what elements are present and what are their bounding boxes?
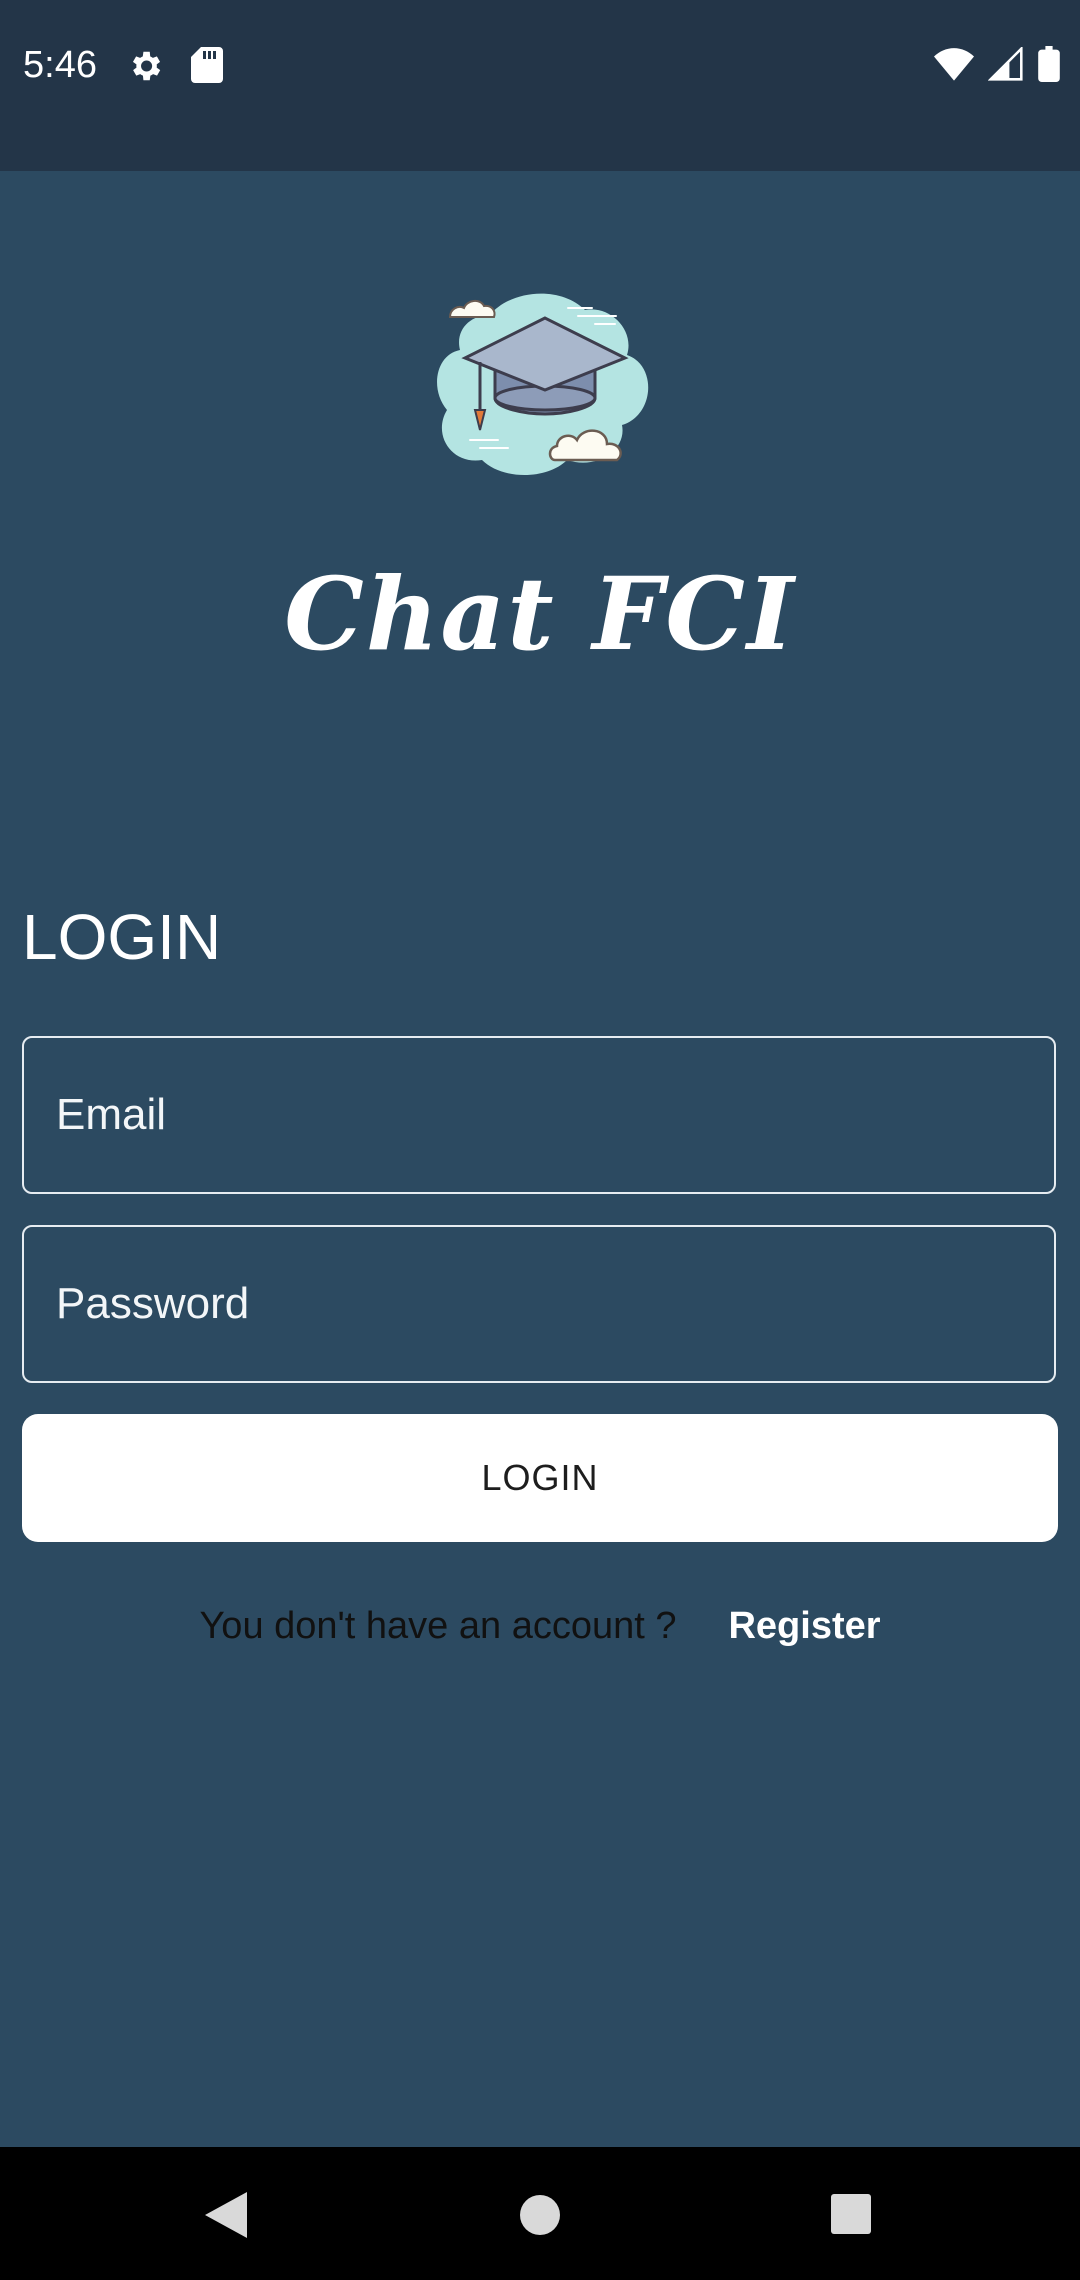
navigation-bar <box>0 2147 1080 2280</box>
back-icon[interactable] <box>205 2192 247 2243</box>
app-title: Chat FCI <box>284 555 796 673</box>
login-heading: LOGIN <box>22 901 222 973</box>
status-time: 5:46 <box>23 44 97 86</box>
graduation-cap-logo <box>420 270 660 490</box>
wifi-icon <box>934 47 974 86</box>
register-prompt: You don't have an account ? <box>199 1605 677 1647</box>
password-placeholder: Password <box>56 1279 250 1328</box>
email-field[interactable]: Email <box>22 1036 1056 1194</box>
email-placeholder: Email <box>56 1090 167 1139</box>
password-field[interactable]: Password <box>22 1225 1056 1383</box>
status-bar: 5:46 <box>0 0 1080 171</box>
sd-card-icon <box>191 47 223 88</box>
signal-icon <box>987 45 1024 86</box>
register-row: You don't have an account ? Register <box>0 1605 1080 1648</box>
battery-icon <box>1038 46 1060 87</box>
login-button[interactable]: LOGIN <box>22 1414 1058 1542</box>
recents-icon[interactable] <box>830 2193 872 2240</box>
register-link[interactable]: Register <box>728 1605 880 1648</box>
status-icons <box>934 45 1060 87</box>
gear-icon <box>126 47 164 90</box>
home-icon[interactable] <box>518 2193 562 2242</box>
